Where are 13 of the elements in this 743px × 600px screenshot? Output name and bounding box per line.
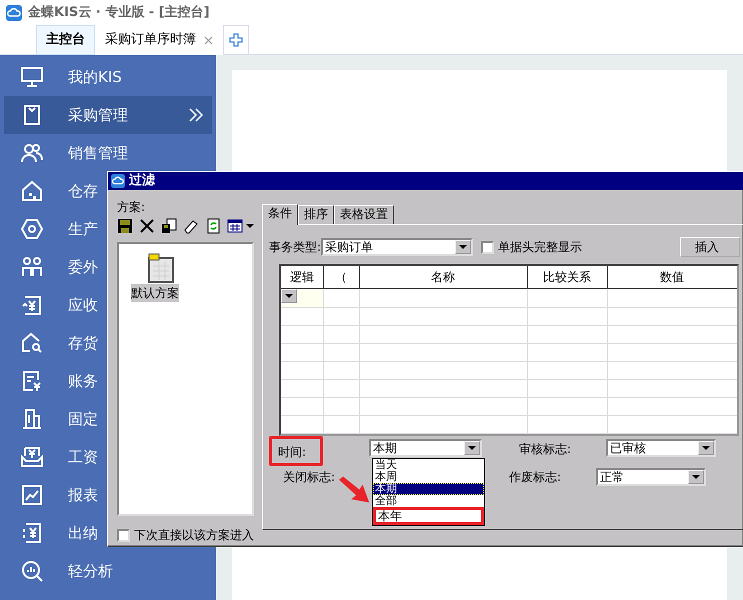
dialog-title: 过滤 (129, 172, 155, 190)
column-header: （ (323, 266, 359, 288)
field-label: 审核标志: (519, 441, 572, 458)
column-header: 数值 (607, 266, 737, 288)
field-label: 事务类型: (269, 239, 322, 256)
window-title: 金蝶KIS云 · 专业版 - [主控台] (28, 4, 210, 22)
scheme-label: 方案: (117, 199, 146, 216)
column-header: 比较关系 (527, 266, 607, 288)
column-header: 逻辑 (281, 266, 323, 288)
field-label: 作废标志: (509, 469, 562, 486)
time-label: 时间: (269, 436, 323, 466)
field-label: 关闭标志: (283, 469, 336, 486)
column-header: 名称 (359, 266, 527, 288)
